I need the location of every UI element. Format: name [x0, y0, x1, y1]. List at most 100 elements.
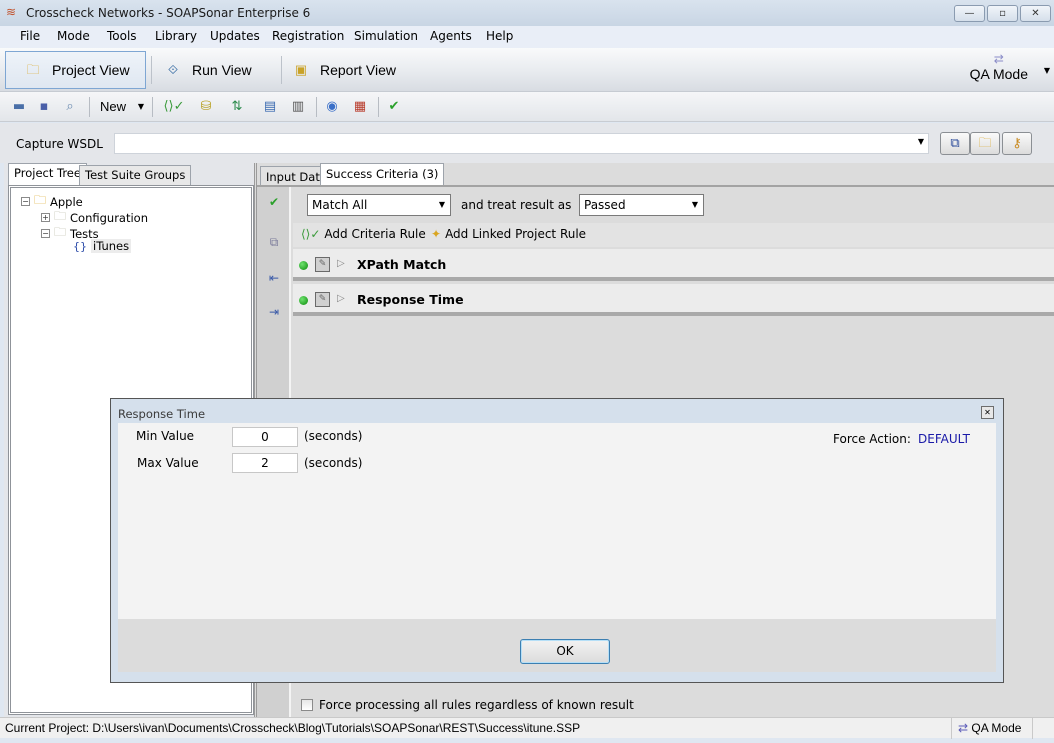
menu-file[interactable]: File — [20, 29, 40, 43]
criteria-header: Match All ▼ and treat result as Passed ▼ — [293, 189, 1054, 221]
menu-help[interactable]: Help — [486, 29, 513, 43]
qa-mode-switch[interactable]: ⇄ QA Mode — [970, 52, 1028, 82]
capture-wsdl-label: Capture WSDL — [16, 137, 103, 151]
wrench-icon[interactable]: ✎ — [315, 292, 330, 307]
import-button[interactable]: ⧉ — [940, 132, 970, 155]
response-time-dialog: Response Time ✕ Min Value 0 (seconds) Ma… — [110, 398, 1004, 683]
add-criteria-rule-button[interactable]: ⟨⟩✓ Add Criteria Rule — [301, 227, 426, 241]
dialog-footer: OK — [118, 619, 996, 672]
result-select[interactable]: Passed ▼ — [579, 194, 704, 216]
mode-switch-icon: ⇄ — [958, 721, 969, 735]
criteria-actions: ⟨⟩✓ Add Criteria Rule ✦ Add Linked Proje… — [293, 223, 1054, 247]
tab-success-criteria[interactable]: Success Criteria (3) — [320, 163, 445, 187]
menu-updates[interactable]: Updates — [210, 29, 260, 43]
expand-arrow-icon[interactable]: ▷ — [337, 293, 345, 304]
dialog-title: Response Time — [118, 407, 206, 421]
new-button[interactable]: New — [100, 99, 126, 114]
database-icon[interactable]: ⛁ — [196, 98, 216, 116]
menu-bar: File Mode Tools Library Updates Registra… — [0, 26, 1054, 48]
divider — [316, 97, 317, 117]
menu-simulation[interactable]: Simulation — [354, 29, 418, 43]
report-view-icon: ▣ — [294, 62, 308, 77]
tree-node-itunes[interactable]: {} iTunes — [73, 239, 132, 253]
chevron-down-icon: ▼ — [438, 200, 445, 209]
min-value-input[interactable]: 0 — [232, 427, 298, 447]
force-processing-checkbox[interactable] — [301, 699, 313, 711]
criteria-icon: ⟨⟩✓ — [301, 227, 321, 241]
status-bar: Current Project: D:\Users\ivan\Documents… — [0, 717, 1054, 739]
project-view-icon: 🗀 — [26, 62, 40, 77]
search-icon[interactable]: ⌕ — [60, 98, 80, 116]
status-green-icon — [299, 296, 308, 305]
divider — [378, 97, 379, 117]
rule-row[interactable]: ✎ ▷ Response Time — [293, 284, 1054, 316]
capture-wsdl-input[interactable]: ▼ — [114, 133, 929, 154]
wrench-icon[interactable]: ✎ — [315, 257, 330, 272]
divider — [89, 97, 90, 117]
keys-button[interactable]: ⚷ — [1002, 132, 1032, 155]
link-icon: ✦ — [431, 227, 442, 241]
expand-icon[interactable]: + — [41, 213, 50, 222]
max-unit-label: (seconds) — [304, 456, 363, 470]
save-icon[interactable]: ▪ — [34, 98, 54, 116]
min-unit-label: (seconds) — [304, 429, 363, 443]
ok-button[interactable]: OK — [520, 639, 610, 664]
criteria-icon[interactable]: ⟨⟩✓ — [162, 98, 186, 116]
chevron-down-icon[interactable]: ▼ — [1044, 66, 1050, 75]
title-bar: ≋ Crosscheck Networks - SOAPSonar Enterp… — [0, 0, 1054, 26]
current-project-path: Current Project: D:\Users\ivan\Documents… — [5, 721, 581, 735]
check-icon[interactable]: ✔ — [265, 195, 283, 213]
project-view-button[interactable]: 🗀 Project View — [5, 51, 146, 89]
open-folder-icon[interactable]: ▬ — [9, 98, 29, 116]
append-icon[interactable]: ⇥ — [265, 305, 283, 323]
maximize-button[interactable]: ▫ — [987, 5, 1018, 22]
add-rule-icon[interactable]: ⧉ — [265, 235, 283, 253]
status-green-icon — [299, 261, 308, 270]
max-value-label: Max Value — [137, 456, 199, 470]
force-action-value[interactable]: DEFAULT — [918, 432, 970, 446]
window-title: Crosscheck Networks - SOAPSonar Enterpri… — [26, 6, 311, 20]
force-processing-row[interactable]: Force processing all rules regardless of… — [301, 698, 634, 712]
menu-agents[interactable]: Agents — [430, 29, 472, 43]
service-icon: {} — [73, 239, 87, 253]
treat-result-label: and treat result as — [461, 198, 572, 212]
match-select[interactable]: Match All ▼ — [307, 194, 451, 216]
menu-tools[interactable]: Tools — [107, 29, 137, 43]
close-icon[interactable]: ✕ — [981, 406, 994, 419]
minimize-button[interactable]: — — [954, 5, 985, 22]
sort-icon[interactable]: ⇅ — [227, 98, 247, 116]
check-icon[interactable]: ✔ — [384, 98, 404, 116]
max-value-input[interactable]: 2 — [232, 453, 298, 473]
collapse-icon[interactable]: − — [21, 197, 30, 206]
collapse-icon[interactable]: − — [41, 229, 50, 238]
rule-row[interactable]: ✎ ▷ XPath Match — [293, 249, 1054, 281]
menu-mode[interactable]: Mode — [57, 29, 90, 43]
expand-arrow-icon[interactable]: ▷ — [337, 258, 345, 269]
tab-project-tree[interactable]: Project Tree — [8, 163, 87, 185]
add-linked-project-rule-button[interactable]: ✦ Add Linked Project Rule — [431, 227, 586, 241]
force-action-label: Force Action: — [833, 432, 911, 446]
status-mode[interactable]: ⇄ QA Mode — [951, 718, 1033, 739]
form-icon[interactable]: ▤ — [260, 98, 280, 116]
globe-icon[interactable]: ◉ — [322, 98, 342, 116]
app-logo-icon: ≋ — [6, 5, 17, 19]
capture-wsdl-bar: Capture WSDL ▼ ⧉ 🗀 ⚷ — [0, 123, 1054, 163]
run-view-button[interactable]: ⟐ Run View — [146, 51, 276, 89]
close-button[interactable]: ✕ — [1020, 5, 1051, 22]
view-bar: 🗀 Project View ⟐ Run View ▣ Report View … — [0, 48, 1054, 92]
chevron-down-icon[interactable]: ▼ — [918, 137, 924, 146]
mode-switch-icon: ⇄ — [993, 52, 1004, 66]
tab-test-suite-groups[interactable]: Test Suite Groups — [79, 165, 192, 185]
divider — [152, 97, 153, 117]
grid-icon[interactable]: ▦ — [350, 98, 370, 116]
chevron-down-icon: ▼ — [691, 200, 698, 209]
insert-icon[interactable]: ⇤ — [265, 271, 283, 289]
menu-registration[interactable]: Registration — [272, 29, 344, 43]
columns-icon[interactable]: ▥ — [288, 98, 308, 116]
menu-library[interactable]: Library — [155, 29, 197, 43]
report-view-button[interactable]: ▣ Report View — [274, 51, 414, 89]
divider — [257, 185, 1054, 187]
chevron-down-icon[interactable]: ▼ — [131, 98, 151, 116]
open-folder-button[interactable]: 🗀 — [970, 132, 1000, 155]
min-value-label: Min Value — [136, 429, 195, 443]
